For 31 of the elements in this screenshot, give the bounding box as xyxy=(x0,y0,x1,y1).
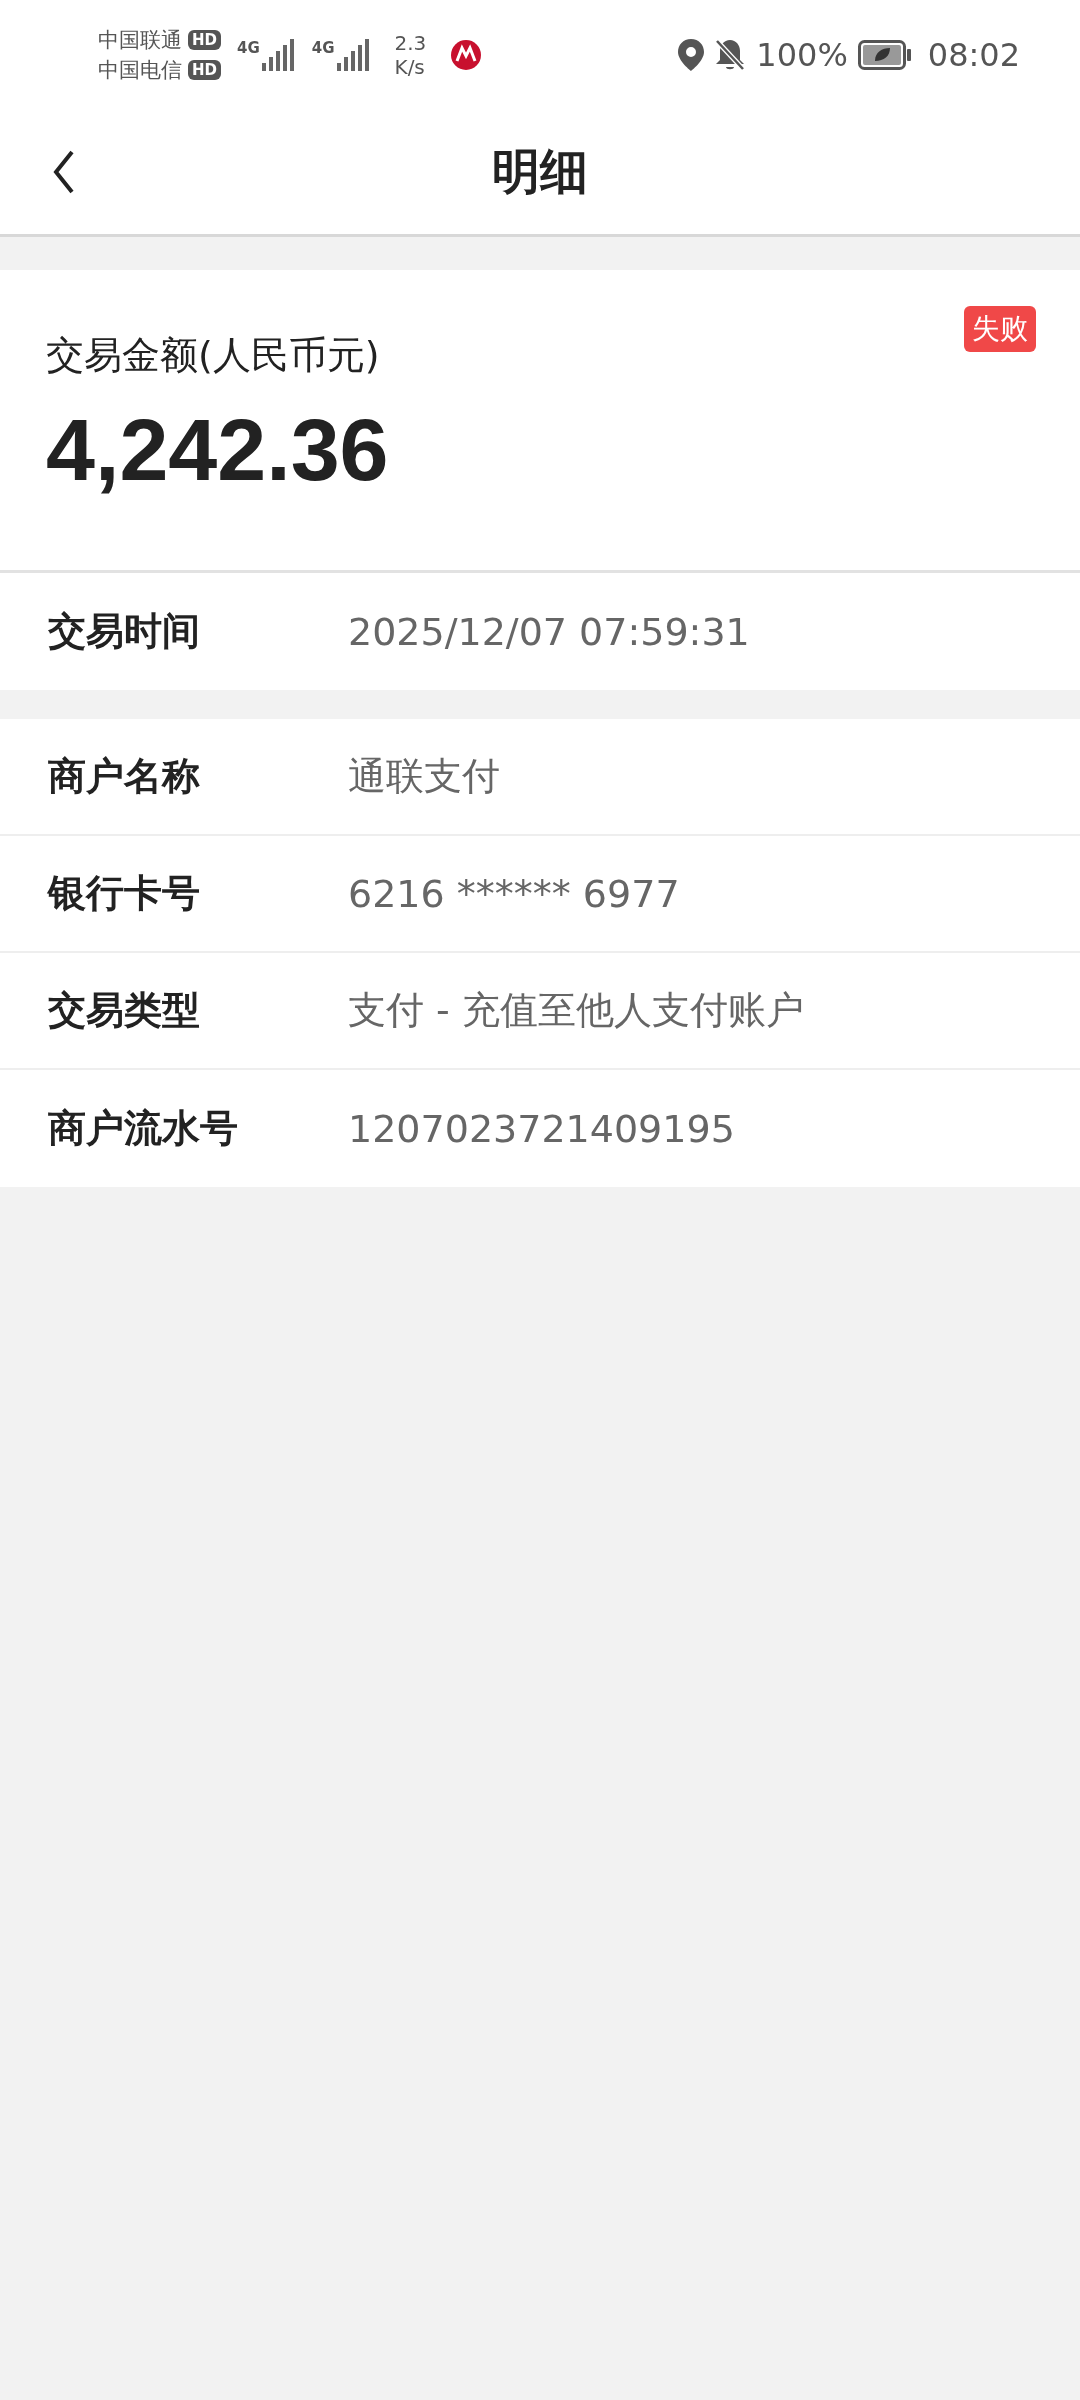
battery-icon xyxy=(857,40,912,70)
network-speed: 2.3 xyxy=(394,31,427,55)
network-speed: K/s xyxy=(394,55,426,79)
detail-value: 通联支付 xyxy=(348,753,500,800)
back-icon xyxy=(52,150,76,194)
hd-badge: HD xyxy=(188,60,221,80)
detail-label: 商户名称 xyxy=(47,753,201,800)
bell-muted-icon xyxy=(714,38,747,72)
signal-icon xyxy=(261,39,296,71)
detail-value: 6216 ****** 6977 xyxy=(348,871,680,916)
status-badge: 失败 xyxy=(964,306,1036,352)
carrier-name: 中国联通 xyxy=(98,27,182,54)
network-type: 4G xyxy=(311,39,335,57)
battery-percent: 100% xyxy=(756,36,848,74)
hd-badge: HD xyxy=(188,30,221,50)
clock: 08:02 xyxy=(927,36,1020,74)
app-logo-icon xyxy=(450,39,483,71)
amount-label: 交易金额(人民币元) xyxy=(46,332,380,379)
detail-label: 银行卡号 xyxy=(46,870,201,917)
amount-value: 4,242.36 xyxy=(46,399,389,501)
detail-value: 1207023721409195 xyxy=(348,1106,735,1151)
detail-value: 2025/12/07 07:59:31 xyxy=(348,609,750,654)
location-icon xyxy=(678,39,705,71)
detail-value: 支付 - 充值至他人支付账户 xyxy=(348,987,804,1034)
detail-label: 商户流水号 xyxy=(47,1105,239,1152)
page-title: 明细 xyxy=(492,142,588,201)
carrier-name: 中国电信 xyxy=(98,57,182,84)
signal-icon xyxy=(336,39,371,71)
network-type: 4G xyxy=(237,39,260,57)
detail-label: 交易时间 xyxy=(47,608,201,655)
detail-label: 交易类型 xyxy=(47,987,201,1034)
